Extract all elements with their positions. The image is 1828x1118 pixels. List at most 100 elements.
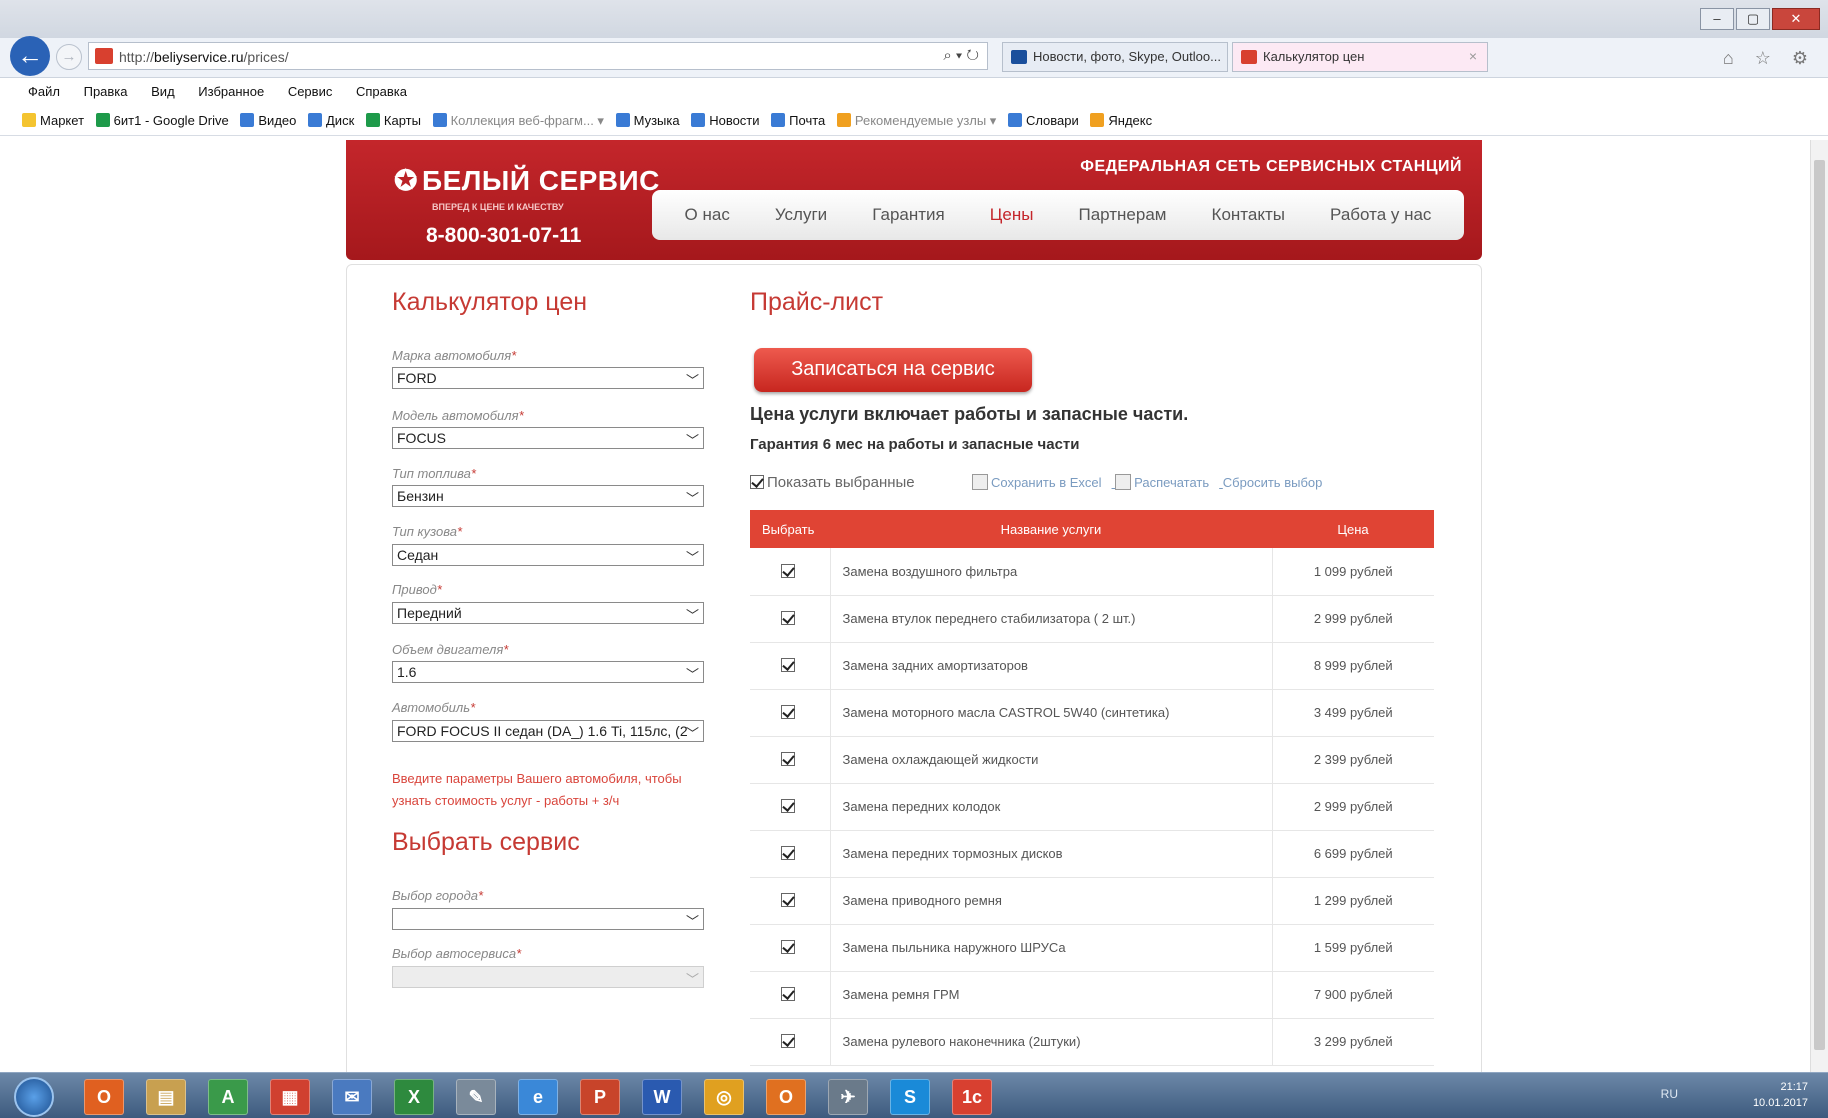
language-indicator[interactable]: RU bbox=[1661, 1087, 1678, 1101]
taskbar-app-icon[interactable]: S bbox=[890, 1079, 930, 1115]
favorite-market[interactable]: Маркет bbox=[22, 113, 84, 128]
nav-partners[interactable]: Партнерам bbox=[1079, 205, 1167, 225]
taskbar-app-icon[interactable]: ✈ bbox=[828, 1079, 868, 1115]
row-checkbox[interactable] bbox=[750, 830, 831, 878]
row-checkbox[interactable] bbox=[750, 689, 831, 737]
favorite-video[interactable]: Видео bbox=[240, 113, 296, 128]
minimize-button[interactable]: – bbox=[1700, 8, 1734, 30]
city-select[interactable]: ﹀ bbox=[392, 908, 704, 930]
save-excel-link[interactable]: Сохранить в Excel bbox=[972, 474, 1102, 490]
service-price: 1 099 рублей bbox=[1272, 548, 1434, 596]
forward-button[interactable]: → bbox=[56, 44, 82, 70]
menu-file[interactable]: Файл bbox=[28, 84, 60, 99]
menu-tools[interactable]: Сервис bbox=[288, 84, 333, 99]
table-row[interactable]: Замена передних колодок 2 999 рублей bbox=[750, 783, 1434, 831]
autoservice-select[interactable]: ﹀ bbox=[392, 966, 704, 988]
favorite-web-slices[interactable]: Коллекция веб-фрагм... ▾ bbox=[432, 113, 604, 129]
drive-select[interactable]: Передний ﹀ bbox=[392, 602, 704, 624]
search-refresh-icons[interactable]: ⌕ ▾ ↻ bbox=[943, 47, 979, 64]
table-row[interactable]: Замена воздушного фильтра 1 099 рублей bbox=[750, 548, 1434, 596]
nav-contacts[interactable]: Контакты bbox=[1212, 205, 1285, 225]
system-clock[interactable]: 21:17 10.01.2017 bbox=[1753, 1079, 1808, 1111]
row-checkbox[interactable] bbox=[750, 783, 831, 831]
col-service-name[interactable]: Название услуги bbox=[830, 510, 1272, 548]
row-checkbox[interactable] bbox=[750, 548, 831, 596]
table-row[interactable]: Замена передних тормозных дисков 6 699 ру… bbox=[750, 830, 1434, 878]
taskbar-app-icon[interactable]: 1c bbox=[952, 1079, 992, 1115]
site-logo[interactable]: ✪ БЕЛЫЙ СЕРВИС bbox=[394, 164, 660, 197]
car-select[interactable]: FORD FOCUS II седан (DA_) 1.6 Ti, 115лс,… bbox=[392, 720, 704, 742]
taskbar-app-icon[interactable]: ◎ bbox=[704, 1079, 744, 1115]
engine-select[interactable]: 1.6 ﹀ bbox=[392, 661, 704, 683]
row-checkbox[interactable] bbox=[750, 595, 831, 643]
taskbar-app-icon[interactable]: W bbox=[642, 1079, 682, 1115]
vertical-scrollbar[interactable] bbox=[1810, 140, 1828, 1072]
table-row[interactable]: Замена задних амортизаторов 8 999 рублей bbox=[750, 642, 1434, 690]
service-name: Замена задних амортизаторов bbox=[830, 642, 1273, 690]
taskbar-app-icon[interactable]: e bbox=[518, 1079, 558, 1115]
col-select[interactable]: Выбрать bbox=[750, 510, 830, 548]
close-window-button[interactable]: ✕ bbox=[1772, 8, 1820, 30]
scrollbar-thumb[interactable] bbox=[1814, 160, 1825, 1050]
taskbar-app-icon[interactable]: O bbox=[766, 1079, 806, 1115]
menu-edit[interactable]: Правка bbox=[84, 84, 128, 99]
favorite-google-drive[interactable]: 6ит1 - Google Drive bbox=[95, 113, 229, 128]
maximize-button[interactable]: ▢ bbox=[1736, 8, 1770, 30]
row-checkbox[interactable] bbox=[750, 971, 831, 1019]
row-checkbox[interactable] bbox=[750, 642, 831, 690]
menu-favorites[interactable]: Избранное bbox=[198, 84, 264, 99]
row-checkbox[interactable] bbox=[750, 1018, 831, 1066]
tab-news[interactable]: Новости, фото, Skype, Outloo... bbox=[1002, 42, 1228, 72]
menu-view[interactable]: Вид bbox=[151, 84, 175, 99]
row-checkbox[interactable] bbox=[750, 877, 831, 925]
taskbar-app-icon[interactable]: ▤ bbox=[146, 1079, 186, 1115]
favorite-mail[interactable]: Почта bbox=[771, 113, 825, 128]
favorite-yandex[interactable]: Яндекс bbox=[1090, 113, 1152, 128]
favorite-maps[interactable]: Карты bbox=[365, 113, 421, 128]
table-row[interactable]: Замена пыльника наружного ШРУСа 1 599 руб… bbox=[750, 924, 1434, 972]
taskbar-app-icon[interactable]: A bbox=[208, 1079, 248, 1115]
row-checkbox[interactable] bbox=[750, 924, 831, 972]
nav-warranty[interactable]: Гарантия bbox=[872, 205, 945, 225]
body-select[interactable]: Седан ﹀ bbox=[392, 544, 704, 566]
table-row[interactable]: Замена ремня ГРМ 7 900 рублей bbox=[750, 971, 1434, 1019]
table-row[interactable]: Замена рулевого наконечника (2штуки) 3 29… bbox=[750, 1018, 1434, 1066]
taskbar-app-icon[interactable]: P bbox=[580, 1079, 620, 1115]
address-bar[interactable]: http://beliyservice.ru/prices/ ⌕ ▾ ↻ bbox=[88, 42, 988, 70]
favorite-dictionaries[interactable]: Словари bbox=[1007, 113, 1079, 128]
nav-prices[interactable]: Цены bbox=[990, 205, 1034, 225]
nav-jobs[interactable]: Работа у нас bbox=[1330, 205, 1431, 225]
table-row[interactable]: Замена приводного ремня 1 299 рублей bbox=[750, 877, 1434, 925]
row-checkbox[interactable] bbox=[750, 736, 831, 784]
table-row[interactable]: Замена охлаждающей жидкости 2 399 рублей bbox=[750, 736, 1434, 784]
taskbar-app-icon[interactable]: X bbox=[394, 1079, 434, 1115]
page-icon bbox=[308, 113, 322, 127]
table-row[interactable]: Замена втулок переднего стабилизатора ( … bbox=[750, 595, 1434, 643]
home-star-gear-icons[interactable]: ⌂ ☆ ⚙ bbox=[1723, 48, 1816, 69]
start-button[interactable] bbox=[14, 1077, 54, 1117]
taskbar-app-icon[interactable]: ✉ bbox=[332, 1079, 372, 1115]
favorite-news[interactable]: Новости bbox=[691, 113, 760, 128]
taskbar-app-icon[interactable]: O bbox=[84, 1079, 124, 1115]
book-service-button[interactable]: Записаться на сервис bbox=[754, 348, 1032, 392]
favorite-disk[interactable]: Диск bbox=[308, 113, 354, 128]
nav-about[interactable]: О нас bbox=[685, 205, 730, 225]
fuel-select[interactable]: Бензин ﹀ bbox=[392, 485, 704, 507]
tab-price-calculator[interactable]: Калькулятор цен × bbox=[1232, 42, 1488, 72]
favorite-music[interactable]: Музыка bbox=[615, 113, 680, 128]
taskbar-app-icon[interactable]: ▦ bbox=[270, 1079, 310, 1115]
title-bar: – ▢ ✕ bbox=[0, 0, 1828, 42]
menu-help[interactable]: Справка bbox=[356, 84, 407, 99]
nav-services[interactable]: Услуги bbox=[775, 205, 827, 225]
print-link[interactable]: Распечатать bbox=[1115, 474, 1209, 490]
model-select[interactable]: FOCUS ﹀ bbox=[392, 427, 704, 449]
show-selected-checkbox[interactable]: Показать выбранные bbox=[750, 474, 915, 491]
col-price[interactable]: Цена bbox=[1272, 510, 1434, 548]
close-tab-icon[interactable]: × bbox=[1469, 48, 1477, 64]
back-button[interactable]: ← bbox=[10, 36, 50, 76]
brand-select[interactable]: FORD ﹀ bbox=[392, 367, 704, 389]
table-row[interactable]: Замена моторного масла CASTROL 5W40 (син… bbox=[750, 689, 1434, 737]
favorite-suggested-sites[interactable]: Рекомендуемые узлы ▾ bbox=[836, 113, 996, 129]
taskbar-app-icon[interactable]: ✎ bbox=[456, 1079, 496, 1115]
reset-selection-link[interactable]: Сбросить выбор bbox=[1223, 475, 1323, 490]
